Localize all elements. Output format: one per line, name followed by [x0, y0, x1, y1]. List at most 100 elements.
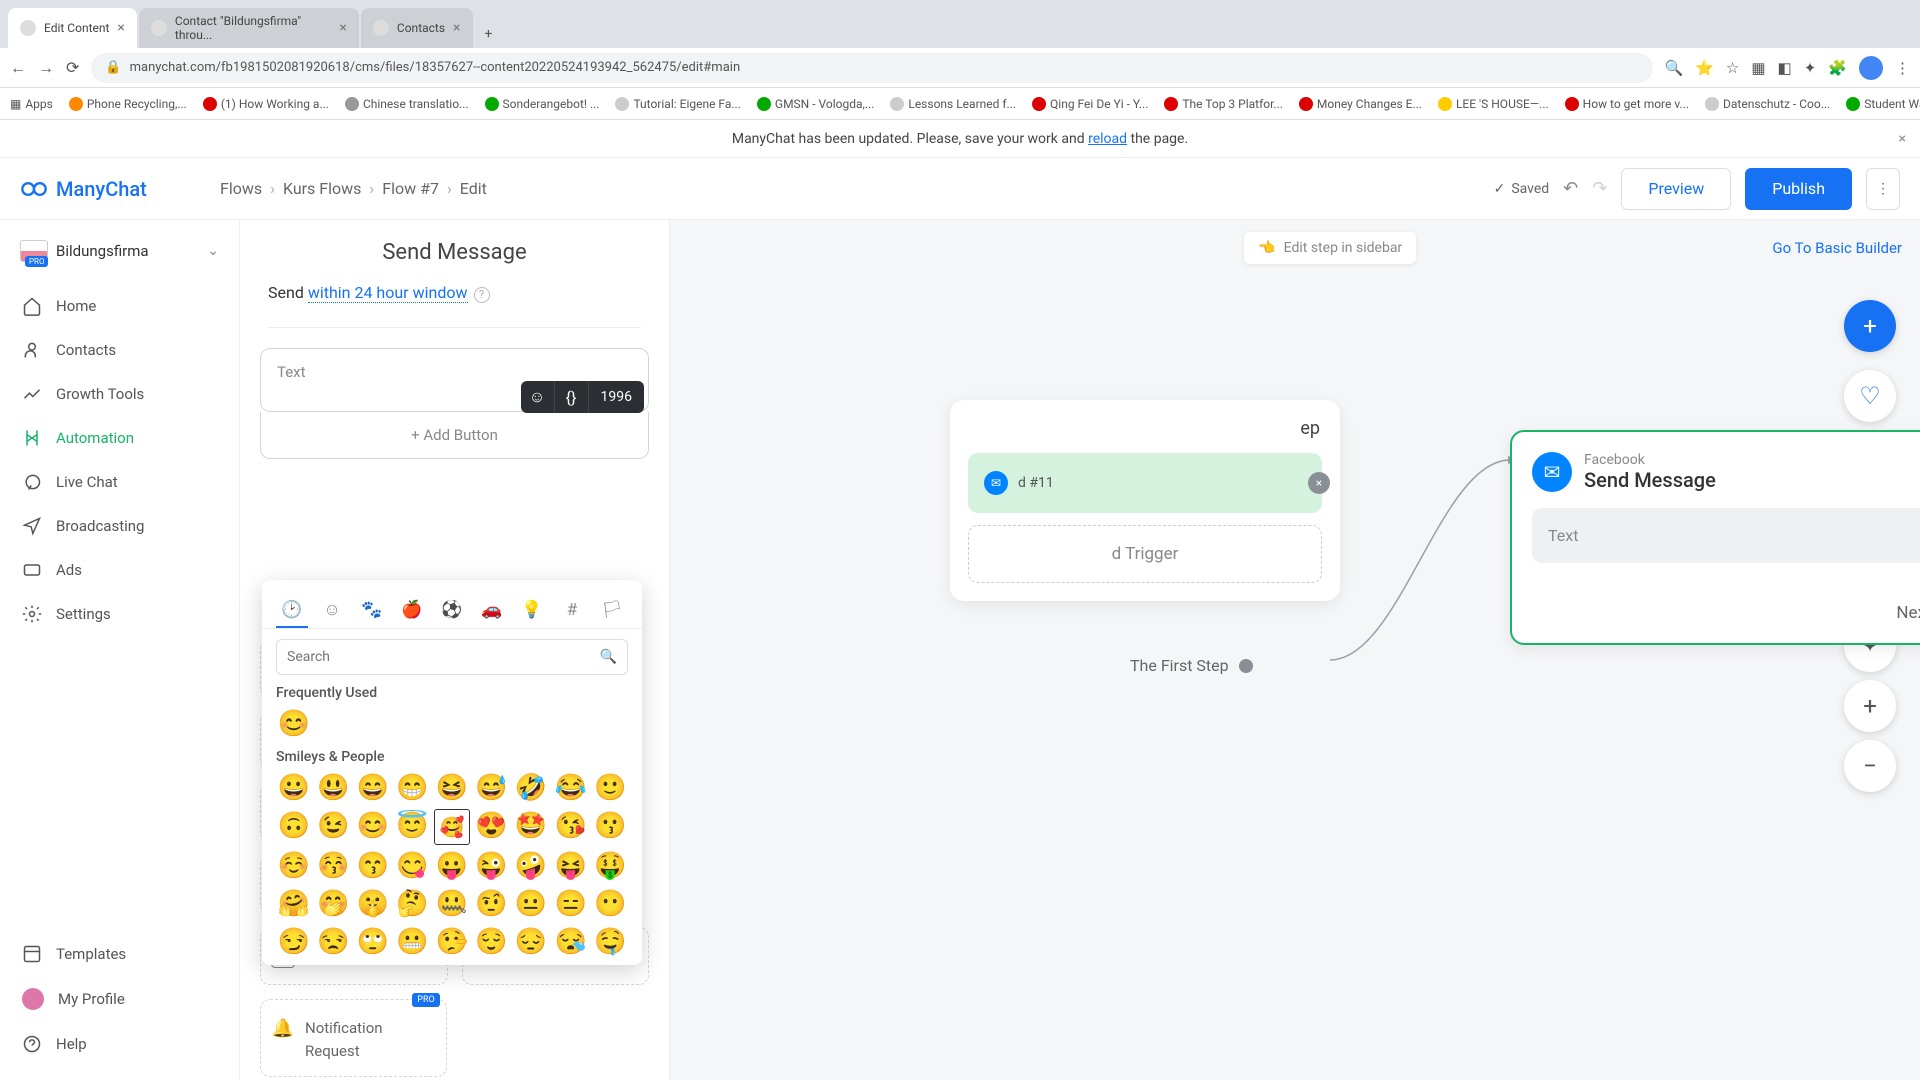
publish-button[interactable]: Publish [1745, 168, 1852, 210]
nav-home[interactable]: Home [0, 284, 239, 328]
nav-ads[interactable]: Ads [0, 548, 239, 592]
bookmark-item[interactable]: Money Changes E... [1299, 97, 1422, 111]
browser-tab[interactable]: Contact "Bildungsfirma" throu...× [139, 8, 359, 48]
emoji[interactable]: 🤩 [513, 809, 549, 845]
emoji[interactable]: 🤗 [276, 887, 312, 921]
text-message-block[interactable]: Text ☺ {} 1996 [260, 348, 649, 412]
browser-tab[interactable]: Contacts× [361, 8, 473, 48]
nav-live-chat[interactable]: Live Chat [0, 460, 239, 504]
emoji-search-input[interactable] [287, 649, 600, 665]
bookmark-item[interactable]: How to get more v... [1565, 97, 1689, 111]
nav-help[interactable]: Help [0, 1022, 239, 1066]
category-flags[interactable]: 🏳 [596, 594, 628, 628]
emoji[interactable]: 🙃 [276, 809, 312, 845]
menu-icon[interactable]: ⋮ [1895, 59, 1910, 77]
emoji[interactable]: 🤭 [316, 887, 352, 921]
emoji[interactable]: 🤑 [592, 849, 628, 883]
banner-close-icon[interactable]: × [1899, 131, 1906, 147]
emoji[interactable]: 😅 [474, 771, 510, 805]
emoji[interactable]: 😪 [553, 925, 589, 959]
emoji[interactable]: 🤣 [513, 771, 549, 805]
emoji[interactable]: 😘 [553, 809, 589, 845]
back-button[interactable]: ← [10, 58, 26, 78]
bookmark-item[interactable]: ▦Apps [10, 97, 53, 111]
address-bar[interactable]: 🔒manychat.com/fb1981502081920618/cms/fil… [91, 53, 1652, 83]
nav-broadcasting[interactable]: Broadcasting [0, 504, 239, 548]
bookmark-item[interactable]: Qing Fei De Yi - Y... [1032, 97, 1148, 111]
emoji[interactable]: 🤫 [355, 887, 391, 921]
bookmark-item[interactable]: Datenschutz - Coo... [1705, 97, 1830, 111]
emoji[interactable]: ☺️ [276, 849, 312, 883]
send-window-link[interactable]: within 24 hour window [308, 283, 468, 303]
emoji[interactable]: 😌 [474, 925, 510, 959]
emoji-button[interactable]: ☺ [521, 381, 555, 413]
emoji[interactable]: 🤥 [434, 925, 470, 959]
emoji[interactable]: 😇 [395, 809, 431, 845]
block-notification-request[interactable]: PRO 🔔Notification Request [260, 999, 447, 1077]
output-port[interactable] [1239, 659, 1253, 673]
emoji[interactable]: 😒 [316, 925, 352, 959]
emoji[interactable]: 🤨 [474, 887, 510, 921]
browser-tab-active[interactable]: Edit Content× [8, 8, 137, 48]
bookmark-item[interactable]: Chinese translatio... [345, 97, 469, 111]
translate-icon[interactable]: ⭐ [1695, 59, 1714, 77]
favorite-fab[interactable]: ♡ [1844, 370, 1896, 422]
nav-profile[interactable]: My Profile [0, 976, 239, 1022]
category-recent[interactable]: 🕑 [276, 594, 308, 628]
tab-close-icon[interactable]: × [117, 20, 124, 36]
zoom-in-button[interactable]: + [1844, 680, 1896, 732]
emoji[interactable]: 😜 [474, 849, 510, 883]
extension-icon[interactable]: ✦ [1804, 59, 1817, 77]
emoji[interactable]: 😆 [434, 771, 470, 805]
bookmark-item[interactable]: LEE 'S HOUSE—... [1438, 97, 1549, 111]
emoji[interactable]: 😝 [553, 849, 589, 883]
extension-icon[interactable]: ▦ [1751, 59, 1765, 77]
workspace-selector[interactable]: PRO Bildungsfirma ⌄ [14, 234, 225, 268]
reload-link[interactable]: reload [1088, 131, 1127, 147]
emoji[interactable]: 😀 [276, 771, 312, 805]
bookmark-item[interactable]: Tutorial: Eigene Fa... [615, 97, 740, 111]
add-button[interactable]: + Add Button [260, 412, 649, 459]
emoji[interactable]: 😂 [553, 771, 589, 805]
bookmark-item[interactable]: Sonderangebot! ... [485, 97, 600, 111]
emoji[interactable]: 😊 [355, 809, 391, 845]
emoji[interactable]: 🤐 [434, 887, 470, 921]
add-trigger-button[interactable]: d Trigger [968, 525, 1322, 583]
crumb[interactable]: Flows [220, 179, 262, 198]
nav-settings[interactable]: Settings [0, 592, 239, 636]
emoji[interactable]: 😐 [513, 887, 549, 921]
emoji[interactable]: 🥰 [434, 809, 470, 845]
category-smileys[interactable]: ☺ [316, 594, 348, 628]
forward-button[interactable]: → [38, 58, 54, 78]
variable-button[interactable]: {} [555, 381, 589, 413]
emoji[interactable]: 😉 [316, 809, 352, 845]
emoji[interactable]: 🤪 [513, 849, 549, 883]
category-symbols[interactable]: # [556, 594, 588, 628]
emoji[interactable]: 😊 [276, 707, 312, 741]
bookmark-item[interactable]: GMSN - Vologda,... [757, 97, 874, 111]
nav-automation[interactable]: Automation [0, 416, 239, 460]
emoji[interactable]: 😁 [395, 771, 431, 805]
bookmark-item[interactable]: The Top 3 Platfor... [1164, 97, 1283, 111]
star-icon[interactable]: ☆ [1726, 59, 1739, 77]
category-travel[interactable]: 🚗 [476, 594, 508, 628]
emoji[interactable]: 😃 [316, 771, 352, 805]
new-tab-button[interactable]: + [475, 20, 503, 48]
remove-trigger-icon[interactable]: × [1308, 472, 1330, 494]
puzzle-icon[interactable]: 🧩 [1828, 59, 1847, 77]
emoji[interactable]: 😚 [316, 849, 352, 883]
emoji[interactable]: 🤔 [395, 887, 431, 921]
preview-button[interactable]: Preview [1621, 168, 1731, 210]
bookmark-item[interactable]: (1) How Working a... [203, 97, 329, 111]
extension-icon[interactable]: ◧ [1778, 59, 1792, 77]
help-icon[interactable]: ? [474, 287, 490, 303]
flow-canvas[interactable]: Edit step in sidebar Go To Basic Builder… [670, 220, 1920, 1080]
bookmark-item[interactable]: Student Wants an... [1846, 97, 1920, 111]
basic-builder-link[interactable]: Go To Basic Builder [1772, 239, 1902, 257]
emoji[interactable]: 😛 [434, 849, 470, 883]
emoji[interactable]: 😙 [355, 849, 391, 883]
crumb[interactable]: Flow #7 [382, 179, 439, 198]
nav-templates[interactable]: Templates [0, 932, 239, 976]
reload-button[interactable]: ⟳ [66, 58, 79, 77]
tab-close-icon[interactable]: × [453, 20, 460, 36]
